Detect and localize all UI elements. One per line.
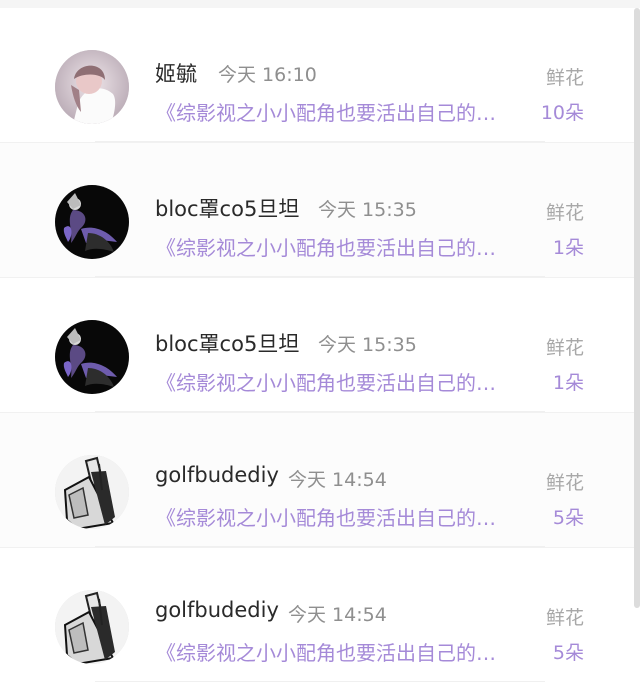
list-item[interactable]: bloc罩co5旦坦 今天 15:35 鲜花 《综影视之小小配角也要活出自己的…… — [0, 277, 640, 412]
gift-type: 鲜花 — [545, 67, 584, 89]
avatar[interactable] — [55, 320, 129, 394]
top-gap — [0, 0, 640, 8]
flower-count: 5朵 — [552, 507, 584, 529]
avatar[interactable] — [55, 50, 129, 124]
sender-name[interactable]: bloc罩co5旦坦 — [155, 328, 299, 358]
vertical-scrollbar[interactable] — [634, 8, 640, 608]
row-divider — [95, 681, 545, 682]
sender-name[interactable]: bloc罩co5旦坦 — [155, 193, 299, 223]
sender-name[interactable]: golfbudediy — [155, 463, 279, 487]
gift-type: 鲜花 — [545, 202, 584, 224]
avatar[interactable] — [55, 185, 129, 259]
flower-count: 1朵 — [552, 372, 584, 394]
book-title-link[interactable]: 《综影视之小小配角也要活出自己的… — [156, 232, 529, 261]
book-title-link[interactable]: 《综影视之小小配角也要活出自己的… — [156, 367, 529, 396]
avatar-image — [55, 185, 129, 259]
book-title-link[interactable]: 《综影视之小小配角也要活出自己的… — [156, 502, 529, 531]
gift-type: 鲜花 — [545, 337, 584, 359]
book-title-link[interactable]: 《综影视之小小配角也要活出自己的… — [156, 637, 529, 666]
list-item[interactable]: bloc罩co5旦坦 今天 15:35 鲜花 《综影视之小小配角也要活出自己的…… — [0, 142, 640, 277]
flower-record-list[interactable]: 姬毓 今天 16:10 鲜花 《综影视之小小配角也要活出自己的… 10朵 blo… — [0, 8, 640, 682]
avatar-image — [55, 320, 129, 394]
list-item[interactable]: golfbudediy 今天 14:54 鲜花 《综影视之小小配角也要活出自己的… — [0, 412, 640, 547]
flower-count: 5朵 — [552, 642, 584, 664]
send-time: 今天 15:35 — [318, 334, 417, 356]
sender-name[interactable]: 姬毓 — [155, 58, 197, 88]
gift-type: 鲜花 — [545, 472, 584, 494]
send-time: 今天 15:35 — [318, 199, 417, 221]
send-time: 今天 14:54 — [288, 469, 387, 491]
sender-name[interactable]: golfbudediy — [155, 598, 279, 622]
send-time: 今天 14:54 — [288, 604, 387, 626]
list-item[interactable]: 姬毓 今天 16:10 鲜花 《综影视之小小配角也要活出自己的… 10朵 — [0, 8, 640, 142]
avatar-image — [55, 455, 129, 529]
book-title-link[interactable]: 《综影视之小小配角也要活出自己的… — [156, 97, 529, 126]
avatar[interactable] — [55, 590, 129, 664]
avatar-image — [55, 590, 129, 664]
avatar-image — [55, 50, 129, 124]
send-time: 今天 16:10 — [218, 64, 317, 86]
gift-type: 鲜花 — [545, 607, 584, 629]
list-item[interactable]: golfbudediy 今天 14:54 鲜花 《综影视之小小配角也要活出自己的… — [0, 547, 640, 682]
flower-list-screen: 姬毓 今天 16:10 鲜花 《综影视之小小配角也要活出自己的… 10朵 blo… — [0, 0, 640, 695]
flower-count: 1朵 — [552, 237, 584, 259]
avatar[interactable] — [55, 455, 129, 529]
flower-count: 10朵 — [540, 102, 584, 124]
